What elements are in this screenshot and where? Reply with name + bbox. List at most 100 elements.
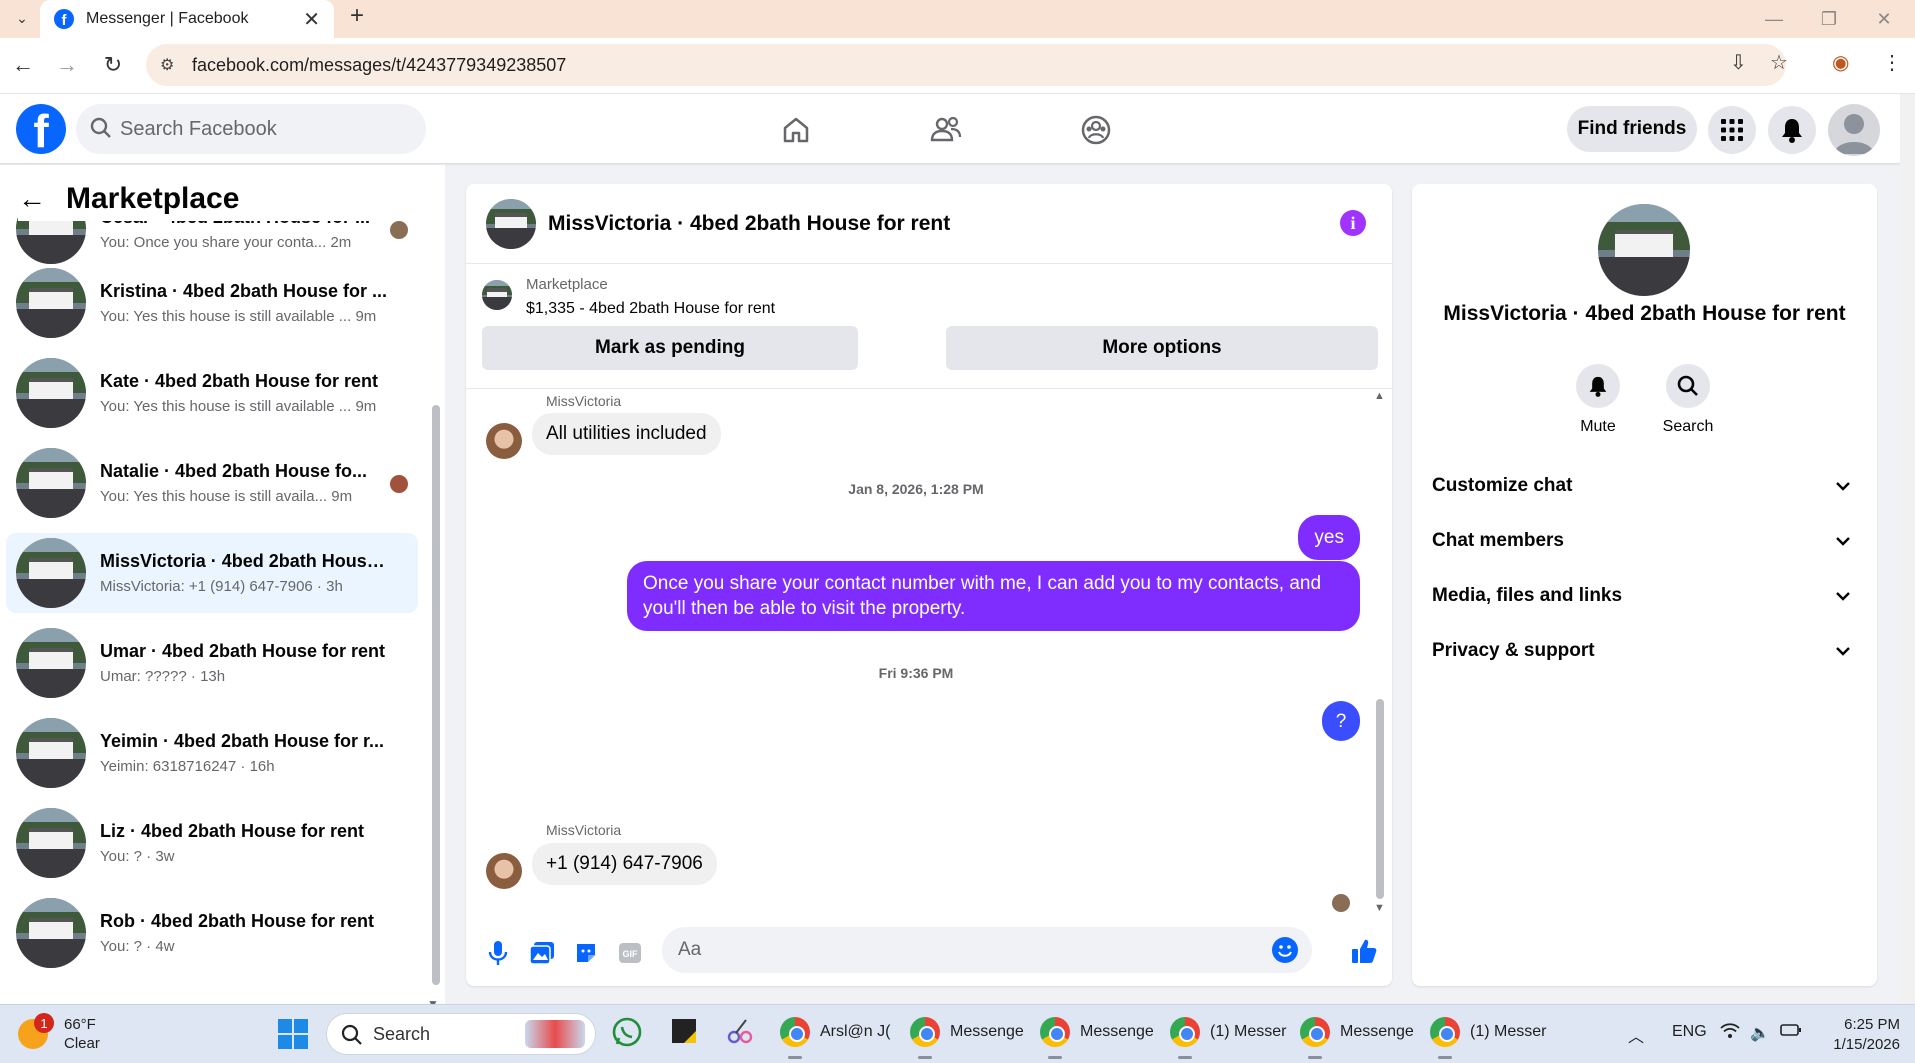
chrome-window-3[interactable]: Messenge xyxy=(1040,1017,1154,1059)
privacy-support-section[interactable]: Privacy & support xyxy=(1432,631,1857,671)
find-friends-button[interactable]: Find friends xyxy=(1567,106,1697,152)
menu-grid-icon[interactable] xyxy=(1708,106,1756,154)
microphone-icon[interactable] xyxy=(484,939,512,967)
scroll-up-icon[interactable]: ▲ xyxy=(1374,390,1385,402)
notifications-bell-icon[interactable] xyxy=(1768,106,1816,154)
bookmark-star-icon[interactable]: ☆ xyxy=(1770,50,1788,75)
outgoing-message[interactable]: yes xyxy=(1298,515,1360,560)
browser-menu-icon[interactable]: ⋮ xyxy=(1882,50,1902,75)
sticky-notes-taskbar-icon[interactable] xyxy=(670,1017,698,1045)
profile-icon[interactable]: ◉ xyxy=(1832,50,1849,75)
back-arrow-icon[interactable]: ← xyxy=(18,183,46,215)
message-input[interactable]: Aa xyxy=(662,927,1312,973)
language-indicator[interactable]: ENG xyxy=(1672,1023,1707,1041)
minimize-button[interactable]: — xyxy=(1747,0,1801,38)
incoming-message[interactable]: +1 (914) 647-7906 xyxy=(532,843,717,885)
reload-button[interactable]: ↻ xyxy=(98,50,128,80)
snipping-tool-taskbar-icon[interactable] xyxy=(726,1017,754,1045)
sender-name: MissVictoria xyxy=(546,393,622,409)
sender-avatar[interactable] xyxy=(486,853,522,889)
facebook-favicon-icon: f xyxy=(54,9,74,29)
more-options-button[interactable]: More options xyxy=(946,326,1378,370)
new-tab-button[interactable]: + xyxy=(350,2,364,30)
windows-start-icon[interactable] xyxy=(278,1019,308,1049)
chat-item[interactable]: Kristina · 4bed 2bath House for ... You: … xyxy=(6,263,418,343)
weather-widget[interactable]: 1 66°F Clear xyxy=(18,1013,100,1053)
facebook-search-input[interactable]: Search Facebook xyxy=(76,104,426,154)
facebook-logo-icon[interactable]: f xyxy=(16,104,66,154)
page-scrollbar[interactable] xyxy=(1900,94,1915,1004)
chat-item[interactable]: Kate · 4bed 2bath House for rent You: Yes… xyxy=(6,353,418,433)
weather-notification-badge: 1 xyxy=(34,1013,54,1033)
conversation-avatar[interactable] xyxy=(486,198,536,249)
chat-item[interactable]: Rob · 4bed 2bath House for rent You: ? · … xyxy=(6,893,418,973)
chrome-window-2[interactable]: Messenge xyxy=(910,1017,1024,1059)
url-field[interactable]: ⚙ facebook.com/messages/t/42437793492385… xyxy=(146,44,1786,86)
tab-search-dropdown[interactable]: ⌄ xyxy=(8,4,36,32)
incoming-message[interactable]: All utilities included xyxy=(532,413,721,455)
friends-icon[interactable] xyxy=(926,110,966,150)
taskbar-search[interactable]: Search xyxy=(326,1013,596,1055)
back-button[interactable]: ← xyxy=(8,50,38,80)
site-settings-icon[interactable]: ⚙ xyxy=(160,55,174,75)
chat-name: Umar · 4bed 2bath House for rent xyxy=(100,641,386,661)
tray-overflow-icon[interactable]: ︿ xyxy=(1628,1023,1644,1047)
page-title: ← Marketplace xyxy=(18,177,438,221)
sender-avatar[interactable] xyxy=(486,423,522,459)
scroll-down-icon[interactable]: ▼ xyxy=(1374,902,1385,914)
chrome-window-5[interactable]: Messenge xyxy=(1300,1017,1414,1059)
home-icon[interactable] xyxy=(776,110,816,150)
whatsapp-taskbar-icon[interactable] xyxy=(612,1017,642,1047)
mark-as-pending-button[interactable]: Mark as pending xyxy=(482,326,858,370)
chat-members-section[interactable]: Chat members xyxy=(1432,521,1857,561)
chrome-window-1[interactable]: Arsl@n J( xyxy=(780,1017,890,1059)
account-avatar[interactable] xyxy=(1828,104,1880,156)
chat-item-active[interactable]: MissVictoria · 4bed 2bath House... MissVi… xyxy=(6,533,418,613)
groups-icon[interactable] xyxy=(1076,110,1116,150)
restore-button[interactable]: ❐ xyxy=(1802,0,1856,38)
conversation-scrollbar[interactable]: ▲ ▼ xyxy=(1372,390,1386,914)
system-clock[interactable]: 6:25 PM 1/15/2026 xyxy=(1820,1015,1900,1055)
scrollbar-thumb[interactable] xyxy=(1376,699,1384,899)
listing-price-title[interactable]: $1,335 - 4bed 2bath House for rent xyxy=(526,300,775,318)
thumbs-up-icon[interactable] xyxy=(1350,937,1378,965)
gif-icon[interactable]: GIF xyxy=(616,939,644,967)
mute-button[interactable]: Mute xyxy=(1558,364,1638,436)
conversation-avatar-large[interactable] xyxy=(1598,204,1690,296)
url-text: facebook.com/messages/t/4243779349238507 xyxy=(192,54,567,75)
media-files-links-section[interactable]: Media, files and links xyxy=(1432,576,1857,616)
chrome-window-6[interactable]: (1) Messer xyxy=(1430,1017,1546,1059)
info-icon[interactable]: i xyxy=(1340,210,1366,236)
chat-item[interactable]: Yeimin · 4bed 2bath House for r... Yeimin… xyxy=(6,713,418,793)
chat-item[interactable]: Umar · 4bed 2bath House for rent Umar: ??… xyxy=(6,623,418,703)
info-panel-title: MissVictoria · 4bed 2bath House for rent xyxy=(1443,302,1846,325)
chat-item[interactable]: Liz · 4bed 2bath House for rent You: ? · … xyxy=(6,803,418,883)
battery-icon[interactable] xyxy=(1780,1023,1802,1042)
forward-button[interactable]: → xyxy=(52,50,82,80)
outgoing-message[interactable]: ? xyxy=(1322,701,1360,741)
chrome-icon xyxy=(910,1017,940,1047)
chrome-window-4[interactable]: (1) Messer xyxy=(1170,1017,1286,1059)
taskbar-app-label: Messenge xyxy=(1080,1023,1154,1040)
outgoing-message[interactable]: Once you share your contact number with … xyxy=(627,561,1360,631)
search-conversation-button[interactable]: Search xyxy=(1648,364,1728,436)
install-app-icon[interactable]: ⇩ xyxy=(1730,50,1747,75)
close-window-button[interactable]: ✕ xyxy=(1857,0,1911,38)
photo-icon[interactable] xyxy=(528,939,556,967)
customize-chat-section[interactable]: Customize chat xyxy=(1432,466,1857,506)
wifi-icon[interactable] xyxy=(1720,1023,1740,1044)
volume-icon[interactable]: 🔈 xyxy=(1750,1023,1770,1043)
chat-preview: You: Yes this house is still available .… xyxy=(100,398,352,415)
conversation-title[interactable]: MissVictoria · 4bed 2bath House for rent xyxy=(548,212,950,236)
scrollbar-thumb[interactable] xyxy=(432,405,440,985)
emoji-icon[interactable] xyxy=(1272,937,1298,963)
chat-list-scrollbar[interactable]: ▲ ▼ xyxy=(425,185,441,1004)
listing-thumbnail[interactable] xyxy=(482,280,512,310)
chat-time: 4w xyxy=(155,938,175,955)
browser-tab[interactable]: f Messenger | Facebook ✕ xyxy=(40,0,334,38)
chat-item[interactable]: Natalie · 4bed 2bath House fo... You: Yes… xyxy=(6,443,418,523)
tab-close-icon[interactable]: ✕ xyxy=(303,7,320,32)
sticker-icon[interactable] xyxy=(572,939,600,967)
listing-thumbnail xyxy=(16,448,86,518)
scroll-down-icon[interactable]: ▼ xyxy=(427,997,439,1004)
